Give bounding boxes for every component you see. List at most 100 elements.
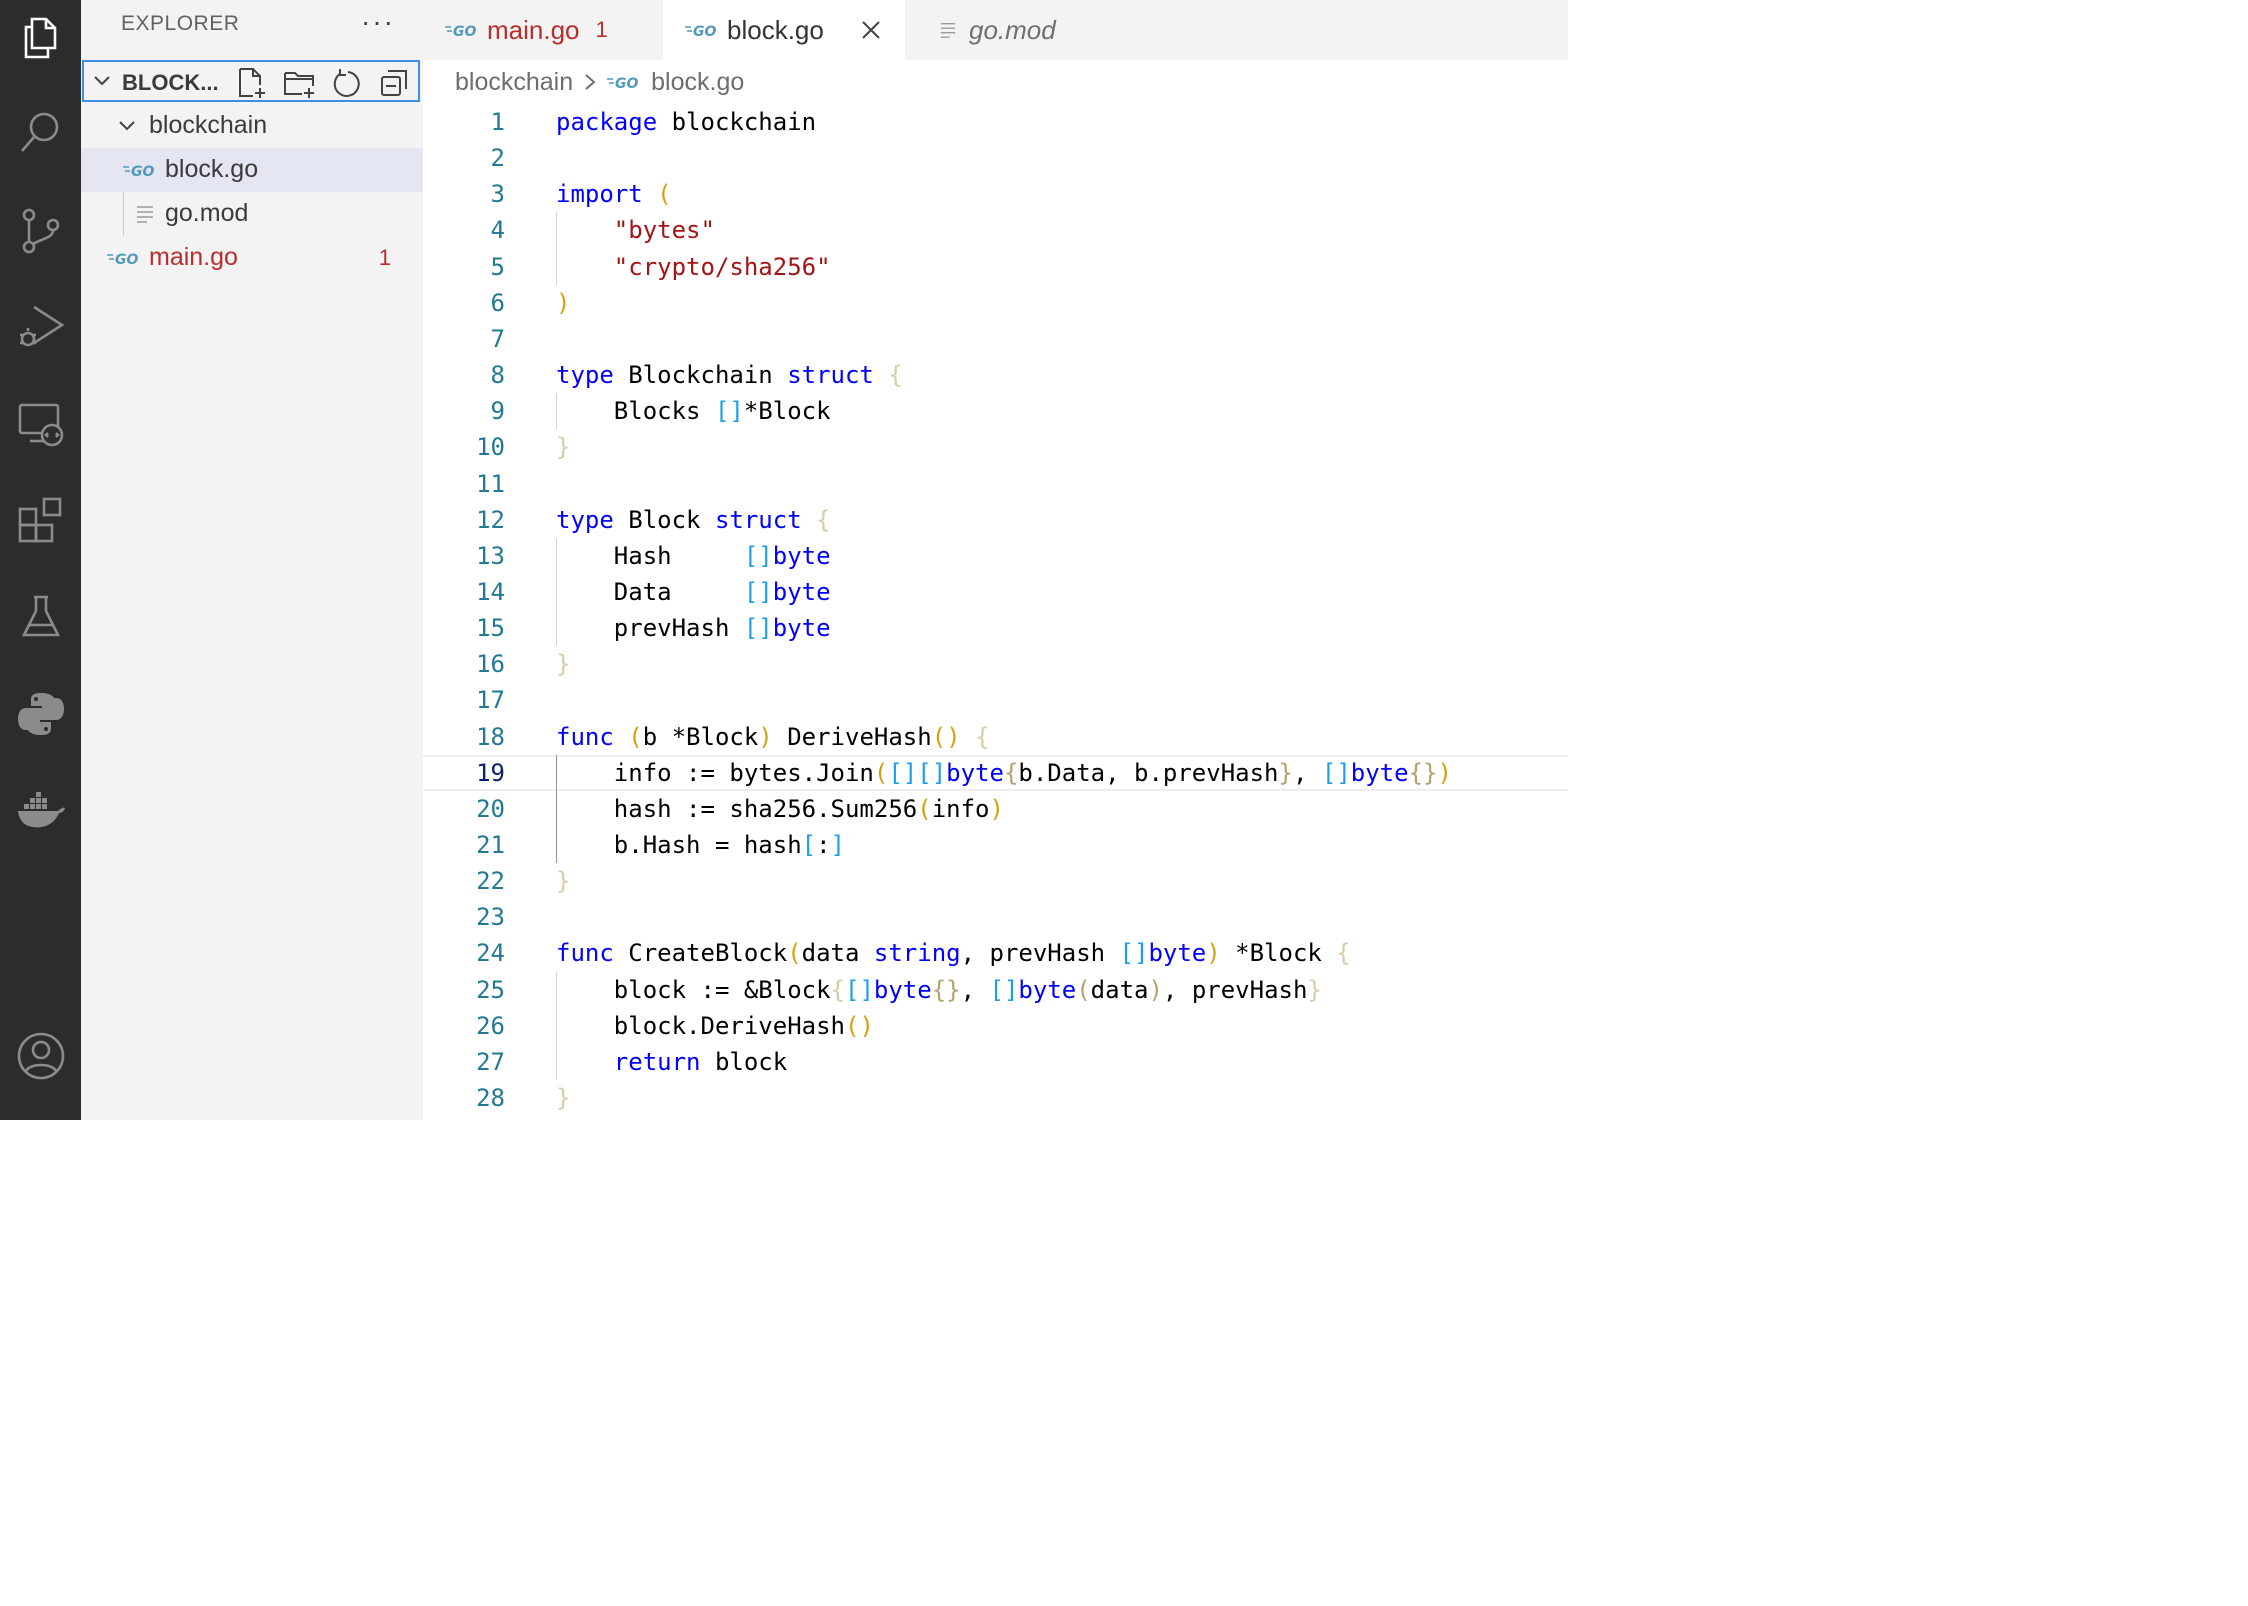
code-text[interactable]: return block bbox=[556, 1044, 787, 1080]
line-number: 14 bbox=[476, 577, 505, 606]
code-text[interactable]: "crypto/sha256" bbox=[556, 249, 831, 285]
code-line[interactable]: 8 type Blockchain struct { bbox=[423, 357, 1568, 393]
code-text[interactable]: import ( bbox=[556, 176, 672, 212]
remote-explorer-icon[interactable] bbox=[0, 388, 81, 460]
more-actions-button[interactable]: ··· bbox=[361, 6, 395, 38]
collapse-all-icon[interactable] bbox=[378, 66, 412, 100]
line-number: 17 bbox=[476, 686, 505, 715]
code-text[interactable]: hash := sha256.Sum256(info) bbox=[556, 791, 1004, 827]
code-line[interactable]: 5 "crypto/sha256" bbox=[423, 249, 1568, 285]
code-line[interactable]: 22} bbox=[423, 863, 1568, 899]
source-control-icon[interactable] bbox=[0, 194, 81, 266]
file-main-go[interactable]: GO main.go 1 bbox=[81, 236, 423, 280]
code-line[interactable]: 7 bbox=[423, 321, 1568, 357]
docker-icon[interactable] bbox=[0, 774, 81, 846]
code-text[interactable]: ) bbox=[556, 285, 570, 321]
code-line[interactable]: 12 type Block struct { bbox=[423, 502, 1568, 538]
code-text[interactable]: block := &Block{[]byte{}, []byte(data), … bbox=[556, 972, 1322, 1008]
code-line[interactable]: 4 "bytes" bbox=[423, 212, 1568, 248]
line-number: 6 bbox=[490, 288, 505, 317]
code-line[interactable]: 9 Blocks []*Block bbox=[423, 393, 1568, 429]
indent-guide bbox=[556, 537, 557, 647]
testing-icon[interactable] bbox=[0, 580, 81, 652]
explorer-sidebar: EXPLORER ··· BLOCK... blockchain GO bloc… bbox=[81, 0, 423, 1120]
code-text[interactable]: } bbox=[556, 646, 570, 682]
code-line[interactable]: 3 import ( bbox=[423, 176, 1568, 212]
code-text[interactable]: type Block struct { bbox=[556, 502, 831, 538]
search-icon[interactable] bbox=[0, 96, 81, 168]
tab-go-mod[interactable]: go.mod bbox=[905, 0, 1143, 60]
code-text[interactable]: func CreateBlock(data string, prevHash [… bbox=[556, 935, 1351, 971]
code-text[interactable]: } bbox=[556, 429, 570, 465]
breadcrumb-file[interactable]: block.go bbox=[651, 68, 744, 97]
breadcrumb: blockchain GO block.go bbox=[455, 64, 744, 100]
code-text[interactable]: Hash []byte bbox=[556, 538, 831, 574]
code-line[interactable]: 26 block.DeriveHash() bbox=[423, 1008, 1568, 1044]
code-editor[interactable]: 1 package blockchain 2 3 import (4 "bytes" 5 … bbox=[423, 100, 1568, 1120]
code-text[interactable]: package blockchain bbox=[556, 104, 816, 140]
code-text[interactable]: "bytes" bbox=[556, 212, 715, 248]
file-label: go.mod bbox=[165, 199, 249, 227]
line-number: 26 bbox=[476, 1011, 505, 1040]
file-block-go[interactable]: GO block.go bbox=[81, 148, 423, 192]
line-number: 7 bbox=[490, 324, 505, 353]
error-count-badge: 1 bbox=[378, 245, 391, 270]
code-line[interactable]: 11 bbox=[423, 466, 1568, 502]
explorer-icon[interactable] bbox=[0, 2, 81, 74]
activity-bar bbox=[0, 0, 81, 1120]
code-text[interactable]: } bbox=[556, 863, 570, 899]
code-line[interactable]: 20 hash := sha256.Sum256(info) bbox=[423, 791, 1568, 827]
code-line[interactable]: 27 return block bbox=[423, 1044, 1568, 1080]
code-line[interactable]: 10} bbox=[423, 429, 1568, 465]
code-line[interactable]: 19 info := bytes.Join([][]byte{b.Data, b… bbox=[423, 754, 1568, 791]
code-line[interactable]: 17 bbox=[423, 682, 1568, 718]
tab-label: block.go bbox=[727, 14, 824, 45]
code-text[interactable]: type Blockchain struct { bbox=[556, 357, 903, 393]
code-text[interactable]: prevHash []byte bbox=[556, 610, 831, 646]
code-line[interactable]: 15 prevHash []byte bbox=[423, 610, 1568, 646]
close-icon[interactable] bbox=[860, 19, 882, 41]
code-line[interactable]: 23 bbox=[423, 899, 1568, 935]
code-line[interactable]: 2 bbox=[423, 140, 1568, 176]
code-line[interactable]: 1 package blockchain bbox=[423, 104, 1568, 140]
workspace-section-header[interactable]: BLOCK... bbox=[82, 60, 420, 102]
new-folder-icon[interactable] bbox=[282, 66, 316, 100]
code-text[interactable]: Blocks []*Block bbox=[556, 393, 831, 429]
extensions-icon[interactable] bbox=[0, 484, 81, 556]
breadcrumb-folder[interactable]: blockchain bbox=[455, 68, 573, 97]
line-number: 23 bbox=[476, 903, 505, 932]
refresh-icon[interactable] bbox=[330, 66, 364, 100]
code-line[interactable]: 13 Hash []byte bbox=[423, 538, 1568, 574]
code-line[interactable]: 16} bbox=[423, 646, 1568, 682]
line-number: 15 bbox=[476, 614, 505, 643]
code-line[interactable]: 14 Data []byte bbox=[423, 574, 1568, 610]
code-line[interactable]: 6) bbox=[423, 285, 1568, 321]
line-number: 2 bbox=[490, 144, 505, 173]
code-line[interactable]: 24 func CreateBlock(data string, prevHash… bbox=[423, 935, 1568, 971]
code-line[interactable]: 28} bbox=[423, 1080, 1568, 1116]
code-text[interactable]: block.DeriveHash() bbox=[556, 1008, 874, 1044]
line-number: 22 bbox=[476, 867, 505, 896]
code-text[interactable]: info := bytes.Join([][]byte{b.Data, b.pr… bbox=[556, 757, 1452, 789]
account-icon[interactable] bbox=[0, 1020, 81, 1092]
tab-block-go[interactable]: GO block.go bbox=[663, 0, 905, 60]
python-icon[interactable] bbox=[0, 678, 81, 750]
code-text[interactable]: func (b *Block) DeriveHash() { bbox=[556, 719, 990, 755]
new-file-icon[interactable] bbox=[234, 66, 268, 100]
code-line[interactable]: 25 block := &Block{[]byte{}, []byte(data… bbox=[423, 972, 1568, 1008]
folder-blockchain[interactable]: blockchain bbox=[81, 104, 423, 148]
code-text[interactable]: } bbox=[556, 1080, 570, 1116]
tab-label: go.mod bbox=[969, 14, 1056, 45]
run-debug-icon[interactable] bbox=[0, 290, 81, 362]
indent-guide bbox=[556, 754, 557, 864]
line-number: 19 bbox=[476, 758, 505, 787]
code-line[interactable]: 21 b.Hash = hash[:] bbox=[423, 827, 1568, 863]
code-text[interactable]: Data []byte bbox=[556, 574, 831, 610]
line-number: 16 bbox=[476, 650, 505, 679]
file-go-mod[interactable]: go.mod bbox=[81, 192, 423, 236]
code-line[interactable]: 18 func (b *Block) DeriveHash() { bbox=[423, 719, 1568, 755]
file-label: main.go bbox=[149, 243, 238, 271]
tab-main-go[interactable]: GO main.go 1 bbox=[423, 0, 663, 60]
svg-text:GO: GO bbox=[115, 252, 138, 267]
code-text[interactable]: b.Hash = hash[:] bbox=[556, 827, 845, 863]
